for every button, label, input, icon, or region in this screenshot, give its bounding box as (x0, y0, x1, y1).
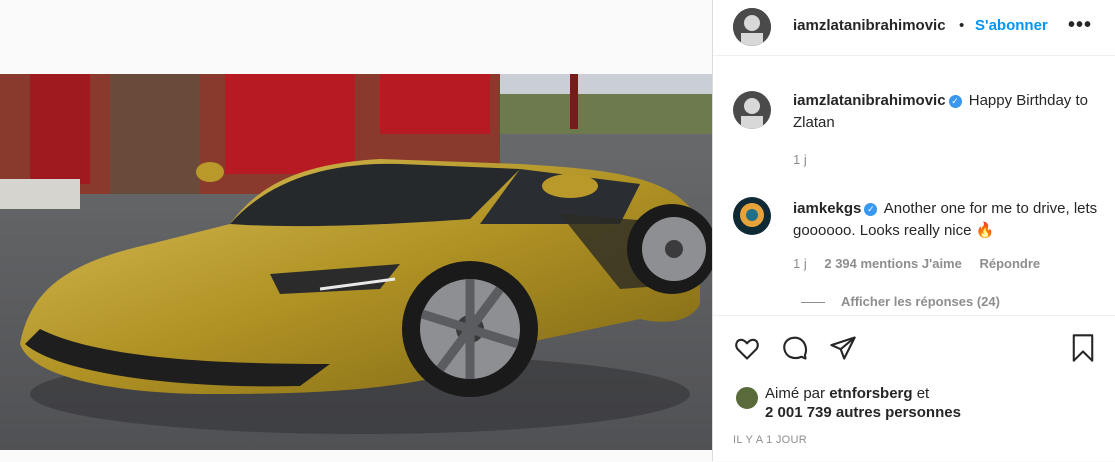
caption-time[interactable]: 1 j (793, 152, 807, 167)
separator-dot: • (959, 17, 965, 34)
post-media-pane (0, 0, 712, 461)
likes-suffix: et (916, 385, 930, 402)
liker-username[interactable]: etnforsberg (829, 385, 912, 402)
author-avatar[interactable] (733, 8, 771, 46)
view-replies-button[interactable]: Afficher les réponses (24) (793, 294, 1000, 309)
author-username[interactable]: iamzlatanibrahimovic (793, 17, 946, 34)
comment-meta: 1 j 2 394 mentions J'aime Répondre (793, 256, 1054, 271)
comment-likes[interactable]: 2 394 mentions J'aime (824, 256, 962, 271)
caption-avatar[interactable] (733, 91, 771, 129)
caption-username[interactable]: iamzlatanibrahimovic (793, 92, 946, 109)
post-timestamp[interactable]: IL Y A 1 JOUR (733, 434, 807, 446)
verified-badge-icon: ✓ (864, 203, 878, 216)
follow-button[interactable]: S'abonner (975, 17, 1048, 34)
verified-badge-icon: ✓ (948, 95, 962, 108)
send-icon[interactable] (829, 334, 857, 362)
commenter-username[interactable]: iamkekgs (793, 200, 861, 217)
heart-icon[interactable] (733, 334, 761, 362)
post-photo[interactable] (0, 74, 712, 450)
replies-divider (801, 302, 825, 304)
bookmark-icon[interactable] (1069, 333, 1097, 363)
comment-icon[interactable] (781, 334, 809, 362)
post-sidebar: iamzlatanibrahimovic • S'abonner ••• iam… (712, 0, 1115, 461)
post-actions: Aimé par etnforsberg et 2 001 739 autres… (713, 315, 1115, 462)
commenter-avatar[interactable] (733, 197, 771, 235)
view-replies-label: Afficher les réponses (24) (841, 294, 1000, 309)
comment-text-block: iamkekgs ✓ Another one for me to drive, l… (793, 198, 1115, 242)
likes-prefix: Aimé par (765, 385, 826, 402)
caption-text-block: iamzlatanibrahimovic ✓ Happy Birthday to … (793, 90, 1115, 134)
ellipsis-icon[interactable]: ••• (1068, 14, 1092, 37)
caption-meta: 1 j (793, 152, 821, 167)
likes-summary[interactable]: Aimé par etnforsberg et 2 001 739 autres… (765, 384, 961, 422)
post-header: iamzlatanibrahimovic • S'abonner ••• (713, 0, 1115, 56)
comment-time[interactable]: 1 j (793, 256, 807, 271)
liker-avatar[interactable] (735, 386, 759, 410)
comments-list: iamzlatanibrahimovic ✓ Happy Birthday to … (713, 75, 1115, 315)
reply-button[interactable]: Répondre (979, 256, 1040, 271)
likes-others[interactable]: 2 001 739 autres personnes (765, 404, 961, 421)
car-image (0, 74, 712, 450)
